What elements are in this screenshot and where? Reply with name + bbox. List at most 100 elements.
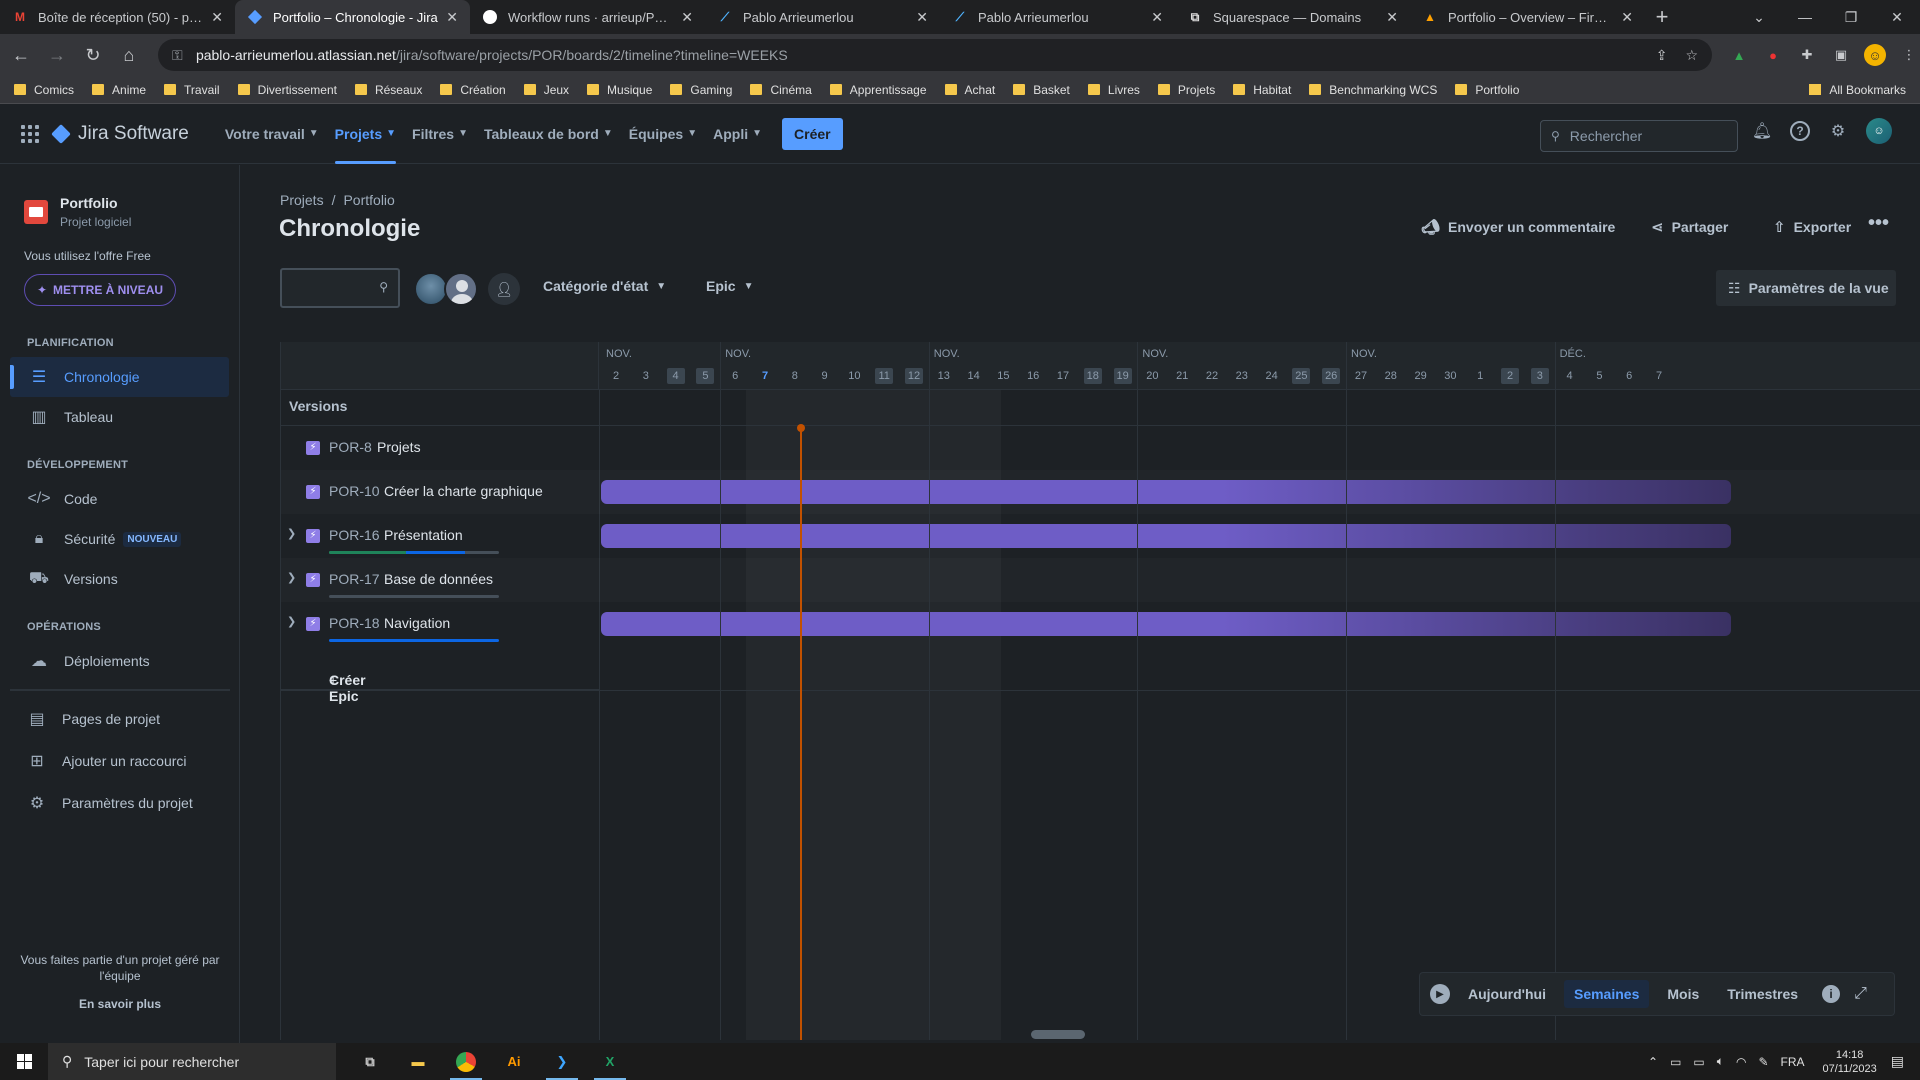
close-icon[interactable]: ✕ — [211, 9, 223, 26]
nav-menu-item[interactable]: Projets ▼ — [327, 104, 404, 164]
sidebar-item-add-shortcut[interactable]: ⊞ Ajouter un raccourci — [10, 741, 229, 781]
close-icon[interactable]: ✕ — [1386, 9, 1398, 26]
nav-menu-item[interactable]: Votre travail ▼ — [217, 104, 327, 164]
export-button[interactable]: ⇧ Exporter — [1773, 218, 1851, 236]
bookmark-item[interactable]: Projets — [1157, 83, 1215, 97]
back-icon[interactable]: ← — [6, 40, 36, 70]
new-tab-button[interactable]: + — [1645, 0, 1679, 34]
volume-icon[interactable]: 🔈︎ — [1717, 1054, 1724, 1069]
epic-row[interactable]: ❯ ⚡︎ POR-18 Navigation — [281, 602, 1920, 646]
close-icon[interactable]: ✕ — [681, 9, 693, 26]
jira-logo[interactable]: Jira Software — [51, 123, 189, 145]
epic-summary[interactable]: Base de données — [384, 571, 493, 587]
chevron-right-icon[interactable]: ❯ — [287, 615, 296, 628]
forward-icon[interactable]: → — [42, 40, 72, 70]
language-indicator[interactable]: FRA — [1781, 1055, 1805, 1069]
wifi-icon[interactable]: ◠ — [1736, 1055, 1746, 1069]
sidebar-item-project-pages[interactable]: ▤ Pages de projet — [10, 699, 229, 739]
chevron-up-icon[interactable]: ⌃ — [1648, 1055, 1658, 1069]
browser-tab[interactable]: ⟋ Pablo Arrieumerlou ✕ — [705, 0, 940, 34]
epic-summary[interactable]: Navigation — [384, 615, 450, 631]
breadcrumb-projects[interactable]: Projets — [280, 192, 324, 208]
breadcrumb-portfolio[interactable]: Portfolio — [343, 192, 394, 208]
clock[interactable]: 14:18 07/11/2023 — [1823, 1048, 1877, 1076]
share-icon[interactable]: ⇪ — [1656, 47, 1668, 64]
create-button[interactable]: Créer — [782, 117, 843, 150]
bookmark-item[interactable]: Achat — [944, 83, 995, 97]
drive-extension-icon[interactable]: ▲ — [1728, 44, 1750, 66]
bookmark-item[interactable]: Musique — [587, 83, 652, 97]
epic-key[interactable]: POR-8 — [329, 439, 372, 455]
bookmark-item[interactable]: Travail — [164, 83, 220, 97]
epic-row[interactable]: ❯ ⚡︎ POR-17 Base de données — [281, 558, 1920, 602]
close-icon[interactable]: ✕ — [1621, 9, 1633, 26]
vscode-icon[interactable]: ❯ — [538, 1043, 586, 1080]
meet-now-icon[interactable]: ▭ — [1670, 1055, 1681, 1069]
chevron-right-icon[interactable]: ❯ — [287, 527, 296, 540]
learn-more-link[interactable]: En savoir plus — [0, 997, 240, 1011]
chevron-right-icon[interactable]: ❯ — [287, 571, 296, 584]
epic-filter[interactable]: Epic ▼ — [706, 278, 753, 294]
epic-key[interactable]: POR-10 — [329, 483, 380, 499]
all-bookmarks-button[interactable]: All Bookmarks — [1809, 83, 1906, 97]
browser-tab[interactable]: ▲ Portfolio – Overview – Firebase ✕ — [1410, 0, 1645, 34]
close-window-icon[interactable]: ✕ — [1874, 0, 1920, 34]
browser-tab[interactable]: ⧉ Squarespace — Domains ✕ — [1175, 0, 1410, 34]
bookmark-item[interactable]: Cinéma — [750, 83, 812, 97]
info-icon[interactable]: i — [1822, 985, 1841, 1003]
bookmark-item[interactable]: Livres — [1087, 83, 1140, 97]
browser-tab-active[interactable]: Portfolio – Chronologie - Jira ✕ — [235, 0, 470, 34]
restore-icon[interactable]: ❐ — [1828, 0, 1874, 34]
epic-key[interactable]: POR-17 — [329, 571, 380, 587]
nav-menu-item[interactable]: Filtres ▼ — [404, 104, 476, 164]
sidebar-item-versions[interactable]: ⛟ Versions — [10, 559, 229, 599]
kebab-menu-icon[interactable]: ⋮ — [1898, 44, 1920, 66]
task-view-icon[interactable]: ⧉ — [346, 1043, 394, 1080]
bookmark-item[interactable]: Divertissement — [237, 83, 337, 97]
create-epic-button[interactable]: + Créer Epic — [281, 646, 599, 704]
bookmark-item[interactable]: Gaming — [670, 83, 732, 97]
bookmark-item[interactable]: Jeux — [523, 83, 569, 97]
epic-timeline-bar[interactable] — [601, 480, 1731, 504]
star-icon[interactable]: ☆ — [1685, 47, 1698, 64]
notifications-icon[interactable]: ▤ — [1891, 1053, 1904, 1070]
illustrator-icon[interactable]: Ai — [490, 1043, 538, 1080]
sidebar-item-project-settings[interactable]: ⚙ Paramètres du projet — [10, 783, 229, 823]
bookmark-item[interactable]: Basket — [1013, 83, 1070, 97]
puzzle-icon[interactable]: ✚ — [1796, 44, 1818, 66]
epic-key[interactable]: POR-16 — [329, 527, 380, 543]
share-button[interactable]: ⋖ Partager — [1651, 218, 1728, 236]
bookmark-item[interactable]: Anime — [92, 83, 146, 97]
project-header[interactable]: Portfolio Projet logiciel — [24, 195, 131, 229]
browser-tab[interactable]: M Boîte de réception (50) - pablo. ✕ — [0, 0, 235, 34]
close-icon[interactable]: ✕ — [916, 9, 928, 26]
epic-row[interactable]: ⚡︎ POR-8 Projets — [281, 426, 1920, 470]
close-icon[interactable]: ✕ — [1151, 9, 1163, 26]
file-explorer-icon[interactable]: ▬ — [394, 1043, 442, 1080]
epic-key[interactable]: POR-18 — [329, 615, 380, 631]
windows-start-icon[interactable] — [0, 1043, 48, 1080]
bookmark-item[interactable]: Habitat — [1233, 83, 1291, 97]
app-switcher-icon[interactable] — [10, 114, 50, 154]
address-bar[interactable]: ⚿ pablo-arrieumerlou.atlassian.net/jira/… — [157, 39, 1713, 71]
today-button[interactable]: Aujourd'hui — [1458, 980, 1556, 1008]
profile-avatar[interactable]: ☺ — [1864, 44, 1887, 66]
bookmark-item[interactable]: Comics — [14, 83, 74, 97]
more-actions-icon[interactable]: ••• — [1868, 212, 1889, 235]
user-avatar[interactable]: ☺ — [1866, 118, 1892, 144]
nav-menu-item[interactable]: Tableaux de bord ▼ — [476, 104, 621, 164]
help-icon[interactable]: ? — [1790, 121, 1810, 141]
epic-summary[interactable]: Créer la charte graphique — [384, 483, 543, 499]
browser-tab[interactable]: ⟋ Pablo Arrieumerlou ✕ — [940, 0, 1175, 34]
battery-icon[interactable]: ▭ — [1693, 1055, 1704, 1069]
sidebar-item-code[interactable]: </> Code — [10, 479, 229, 519]
epic-timeline-bar[interactable] — [601, 612, 1731, 636]
bookmark-item[interactable]: Apprentissage — [829, 83, 927, 97]
site-info-icon[interactable]: ⚿ — [172, 47, 186, 64]
notifications-icon[interactable]: 🔔︎ — [1750, 119, 1774, 143]
bookmark-item[interactable]: Création — [440, 83, 506, 97]
collapse-arrow-icon[interactable]: ▶ — [1430, 984, 1450, 1004]
months-button[interactable]: Mois — [1657, 980, 1709, 1008]
bookmark-item[interactable]: Benchmarking WCS — [1309, 83, 1437, 97]
add-people-icon[interactable]: 👤︎ — [488, 273, 520, 305]
